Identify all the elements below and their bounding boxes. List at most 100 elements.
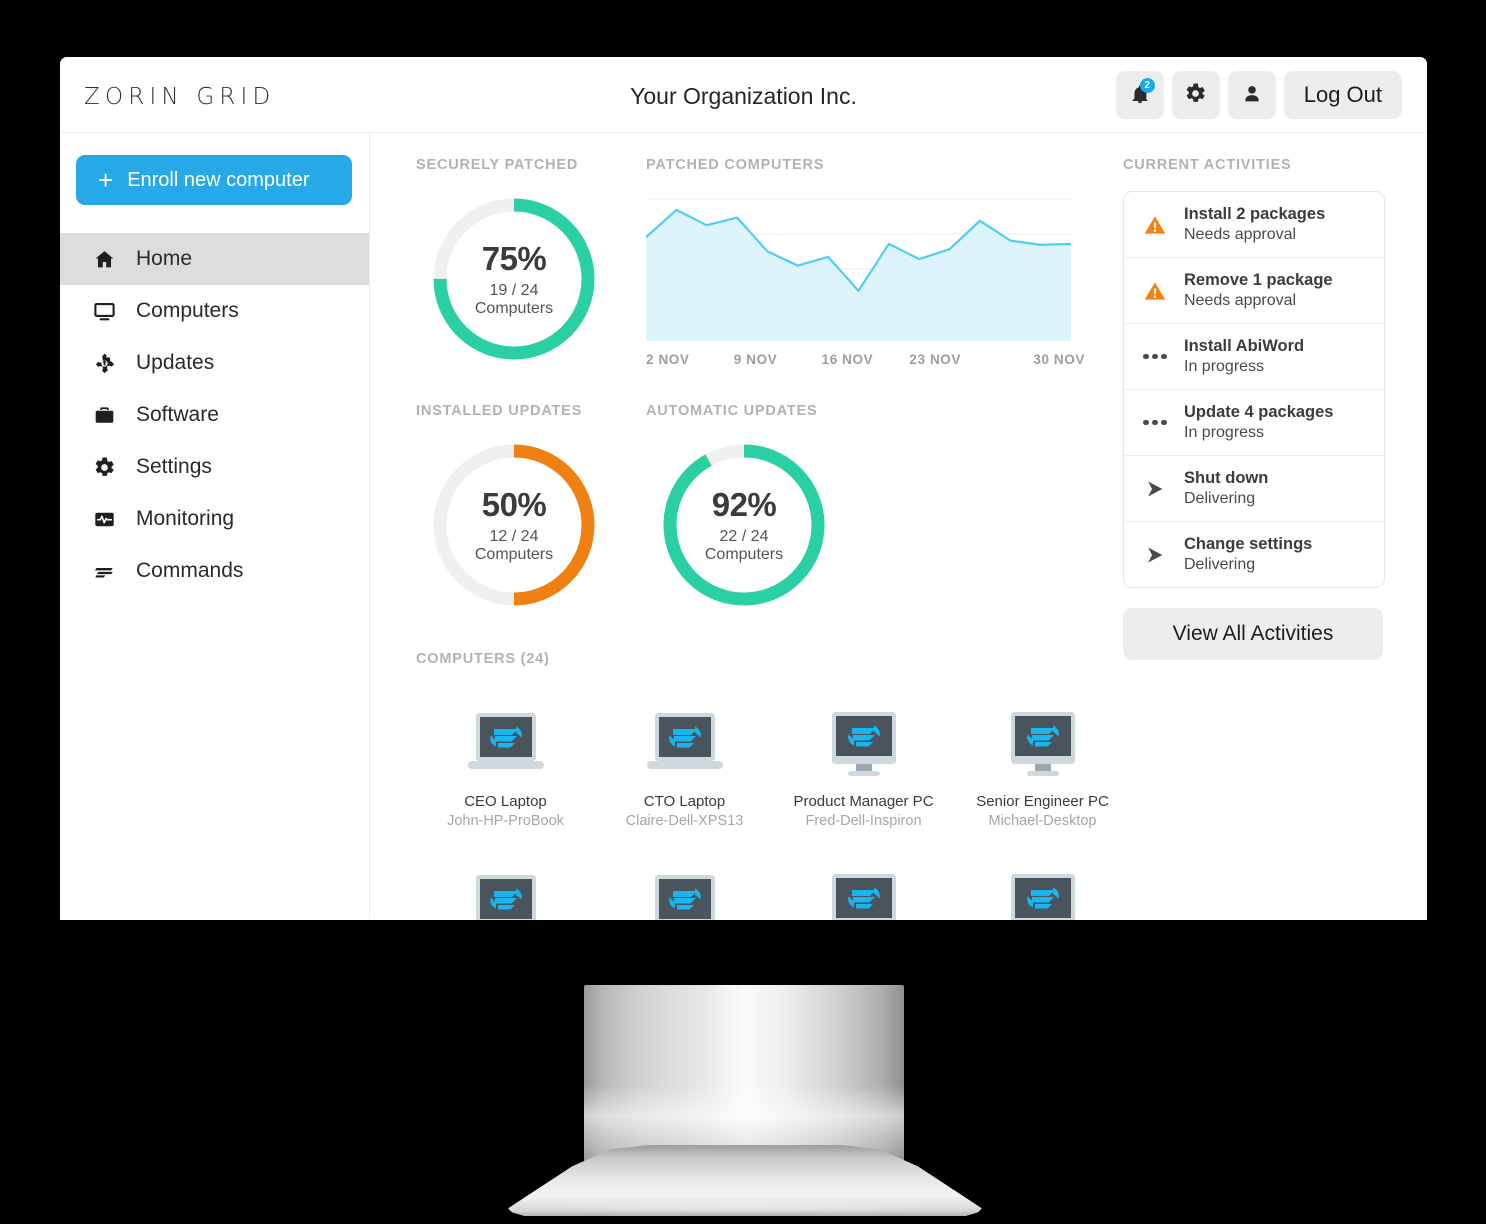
sidebar-item-home[interactable]: Home bbox=[60, 233, 369, 285]
enroll-new-computer-button[interactable]: + Enroll new computer bbox=[76, 155, 352, 205]
chart-plot-area bbox=[645, 198, 1085, 346]
dashboard-row-1: SECURELY PATCHED 75% 19 / 24 Computers P… bbox=[416, 157, 1085, 367]
computer-card[interactable] bbox=[416, 851, 595, 920]
sidebar-item-updates[interactable]: Updates bbox=[60, 337, 369, 389]
activity-item[interactable]: Shut down Delivering bbox=[1124, 456, 1384, 522]
pulse-icon bbox=[92, 507, 116, 531]
laptop-icon bbox=[416, 851, 595, 920]
sidebar-item-label: Commands bbox=[136, 559, 244, 582]
sidebar-item-label: Updates bbox=[136, 351, 215, 374]
monitor-mockup: ZORIN GRID Your Organization Inc. 2 Log … bbox=[0, 0, 1486, 1224]
computer-card[interactable]: CTO Laptop Claire-Dell-XPS13 bbox=[595, 689, 774, 829]
sidebar-item-commands[interactable]: Commands bbox=[60, 545, 369, 597]
play-icon bbox=[1140, 544, 1170, 566]
ellipsis-icon bbox=[1140, 419, 1170, 426]
activity-item[interactable]: Change settings Delivering bbox=[1124, 522, 1384, 587]
screen: ZORIN GRID Your Organization Inc. 2 Log … bbox=[60, 57, 1427, 920]
activity-item[interactable]: Install AbiWord In progress bbox=[1124, 324, 1384, 390]
warning-icon bbox=[1140, 279, 1170, 303]
donut-center-text: 75% 19 / 24 Computers bbox=[430, 195, 598, 363]
chart-area-fill bbox=[646, 209, 1071, 341]
sidebar-nav: Home Computers Updates Software Settings… bbox=[60, 233, 369, 597]
card-title: SECURELY PATCHED bbox=[416, 157, 579, 173]
account-button[interactable] bbox=[1227, 71, 1276, 119]
sidebar-item-computers[interactable]: Computers bbox=[60, 285, 369, 337]
computer-name: Product Manager PC bbox=[793, 793, 934, 810]
computer-name: CEO Laptop bbox=[464, 793, 547, 810]
laptop-icon bbox=[595, 851, 774, 920]
activity-title: Install AbiWord bbox=[1184, 337, 1305, 355]
donut-unit: Computers bbox=[474, 545, 554, 563]
computer-hostname: Claire-Dell-XPS13 bbox=[625, 813, 744, 829]
monitor-stand bbox=[505, 985, 985, 1216]
activity-title: Update 4 packages bbox=[1184, 403, 1334, 421]
activity-text: Install AbiWord In progress bbox=[1184, 337, 1304, 376]
activity-item[interactable]: Remove 1 package Needs approval bbox=[1124, 258, 1384, 324]
automatic-updates-donut: 92% 22 / 24 Computers bbox=[660, 441, 828, 609]
briefcase-icon bbox=[92, 403, 116, 427]
desktop-icon bbox=[774, 689, 953, 785]
computer-card[interactable] bbox=[595, 851, 774, 920]
sidebar-item-label: Software bbox=[136, 403, 219, 426]
dashboard-left: SECURELY PATCHED 75% 19 / 24 Computers P… bbox=[370, 157, 1109, 920]
activity-text: Change settings Delivering bbox=[1184, 535, 1312, 574]
computer-card[interactable]: CEO Laptop John-HP-ProBook bbox=[416, 689, 595, 829]
x-tick: 2 NOV bbox=[646, 352, 690, 367]
plus-icon: + bbox=[98, 165, 114, 195]
computer-card[interactable]: Product Manager PC Fred-Dell-Inspiron bbox=[774, 689, 953, 829]
donut-unit: Computers bbox=[704, 545, 784, 563]
laptop-icon bbox=[595, 689, 774, 785]
monitor-icon bbox=[92, 299, 116, 323]
sidebar-item-software[interactable]: Software bbox=[60, 389, 369, 441]
activity-text: Update 4 packages In progress bbox=[1184, 403, 1333, 442]
computer-hostname: John-HP-ProBook bbox=[447, 813, 564, 829]
computers-grid: CEO Laptop John-HP-ProBook CTO Laptop Clai… bbox=[416, 689, 1109, 920]
user-icon bbox=[1241, 83, 1263, 108]
activities-title: CURRENT ACTIVITIES bbox=[1123, 157, 1292, 173]
desktop-icon bbox=[774, 851, 953, 920]
notifications-button[interactable]: 2 bbox=[1115, 71, 1164, 119]
top-bar: ZORIN GRID Your Organization Inc. 2 Log … bbox=[60, 57, 1427, 133]
stand-neck bbox=[584, 985, 904, 1167]
sidebar-item-label: Monitoring bbox=[136, 507, 235, 530]
installed-updates-donut: 50% 12 / 24 Computers bbox=[430, 441, 598, 609]
sidebar-item-settings[interactable]: Settings bbox=[60, 441, 369, 493]
home-icon bbox=[92, 247, 116, 271]
computer-card[interactable] bbox=[774, 851, 953, 920]
computers-section-title: COMPUTERS (24) bbox=[416, 651, 550, 667]
securely-patched-card: SECURELY PATCHED 75% 19 / 24 Computers bbox=[416, 157, 616, 367]
donut-center-text: 92% 22 / 24 Computers bbox=[660, 441, 828, 609]
activity-status: Delivering bbox=[1184, 490, 1256, 507]
activity-text: Shut down Delivering bbox=[1184, 469, 1268, 508]
activities-panel: CURRENT ACTIVITIES Install 2 packages Nee… bbox=[1085, 157, 1385, 919]
activities-list: Install 2 packages Needs approval Remove 1… bbox=[1123, 191, 1385, 588]
update-icon bbox=[92, 351, 116, 375]
card-title: INSTALLED UPDATES bbox=[416, 403, 583, 419]
x-tick: 16 NOV bbox=[821, 352, 874, 367]
sidebar: + Enroll new computer Home Computers Upd… bbox=[60, 133, 370, 919]
top-bar-actions: 2 Log Out bbox=[1115, 71, 1402, 119]
donut-fraction: 12 / 24 bbox=[489, 527, 539, 545]
x-tick: 9 NOV bbox=[733, 352, 778, 367]
sidebar-item-label: Computers bbox=[136, 299, 239, 322]
sidebar-item-label: Settings bbox=[136, 455, 212, 478]
donut-fraction: 22 / 24 bbox=[719, 527, 769, 545]
donut-unit: Computers bbox=[474, 299, 554, 317]
dashboard-row-2: INSTALLED UPDATES 50% 12 / 24 Computers bbox=[416, 403, 1085, 609]
activity-title: Remove 1 package bbox=[1184, 271, 1333, 289]
activity-item[interactable]: Install 2 packages Needs approval bbox=[1124, 192, 1384, 258]
activity-item[interactable]: Update 4 packages In progress bbox=[1124, 390, 1384, 456]
settings-button[interactable] bbox=[1171, 71, 1220, 119]
commands-icon bbox=[92, 559, 116, 583]
view-all-activities-button[interactable]: View All Activities bbox=[1123, 608, 1383, 660]
activity-title: Install 2 packages bbox=[1184, 205, 1326, 223]
sidebar-item-label: Home bbox=[136, 247, 193, 270]
activity-title: Change settings bbox=[1184, 535, 1313, 553]
donut-percent: 50% bbox=[481, 485, 547, 523]
activity-title: Shut down bbox=[1184, 469, 1269, 487]
logout-button[interactable]: Log Out bbox=[1283, 71, 1402, 119]
sidebar-item-monitoring[interactable]: Monitoring bbox=[60, 493, 369, 545]
activity-text: Install 2 packages Needs approval bbox=[1184, 205, 1325, 244]
gear-icon bbox=[92, 455, 116, 479]
chart-title: PATCHED COMPUTERS bbox=[646, 157, 825, 173]
